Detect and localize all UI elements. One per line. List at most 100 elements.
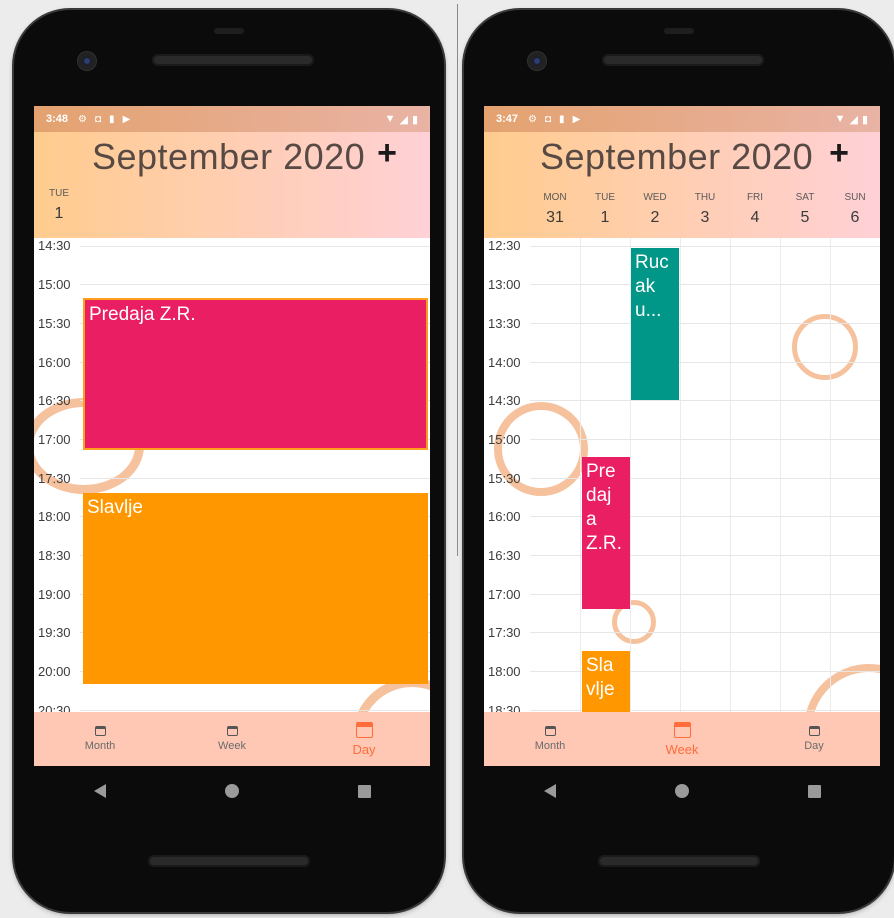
nav-month[interactable]: Month xyxy=(484,712,616,766)
time-label: 14:30 xyxy=(38,238,71,253)
day-header-wed[interactable]: WED 2 xyxy=(630,192,680,227)
event-rucak[interactable]: Ruc ak u... xyxy=(631,248,679,400)
nav-day[interactable]: Day xyxy=(298,712,430,766)
calendar-header: September 2020 + TUE 1 xyxy=(34,132,430,238)
time-label: 14:00 xyxy=(488,355,521,370)
day-number: 1 xyxy=(54,205,64,222)
nav-week-label: Week xyxy=(665,741,699,757)
day-number: 1 xyxy=(600,209,610,226)
day-header-fri[interactable]: FRI 4 xyxy=(730,192,780,227)
battery-icon: ▮ xyxy=(411,113,418,126)
nav-day[interactable]: Day xyxy=(748,712,880,766)
nav-month[interactable]: Month xyxy=(34,712,166,766)
bottom-speaker xyxy=(148,855,310,867)
time-label: 13:00 xyxy=(488,277,521,292)
add-event-button[interactable]: + xyxy=(372,134,402,173)
bottom-navigation: Month Week Day xyxy=(34,712,430,766)
wifi-icon: ▼ xyxy=(834,112,846,125)
event-predaja[interactable]: Pre daj a Z.R. xyxy=(582,457,630,609)
nav-week[interactable]: Week xyxy=(166,712,298,766)
screenshot-divider xyxy=(457,4,458,556)
time-label: 17:30 xyxy=(488,625,521,640)
home-icon[interactable] xyxy=(224,784,239,798)
time-label: 18:00 xyxy=(488,664,521,679)
notification-icon: ◘ xyxy=(545,113,552,125)
time-label: 17:00 xyxy=(38,432,71,447)
nav-day-label: Day xyxy=(352,741,376,757)
phone-top-slit xyxy=(214,28,244,34)
add-event-button[interactable]: + xyxy=(824,134,854,173)
time-label: 16:30 xyxy=(488,548,521,563)
home-icon[interactable] xyxy=(674,784,689,798)
signal-icon: ◢ xyxy=(399,113,408,126)
play-icon: ▶ xyxy=(122,113,131,125)
recent-apps-icon[interactable] xyxy=(807,784,821,798)
day-name: FRI xyxy=(746,192,764,203)
phone-top-slit xyxy=(664,28,694,34)
month-title: September 2020 xyxy=(540,136,814,177)
earpiece-speaker xyxy=(152,54,314,66)
day-name: SAT xyxy=(795,192,815,203)
day-number: 4 xyxy=(750,209,760,226)
screen: 3:48 ⚙ ◘ ▮ ▶ ▼ ◢ ▮ September 2020 + TUE … xyxy=(34,106,430,766)
day-number: 31 xyxy=(546,209,564,226)
day-header-sun[interactable]: SUN 6 xyxy=(830,192,880,227)
day-time-grid[interactable]: 14:30 15:00 15:30 16:00 16:30 17:00 17:3… xyxy=(34,238,430,712)
time-label: 17:30 xyxy=(38,471,71,486)
time-label: 17:00 xyxy=(488,587,521,602)
time-label: 18:30 xyxy=(488,703,521,712)
signal-icon: ◢ xyxy=(849,113,858,126)
calendar-header: September 2020 + MON 31 TUE 1 WED 2 THU … xyxy=(484,132,880,238)
back-icon[interactable] xyxy=(543,784,556,798)
day-name: TUE xyxy=(49,188,69,199)
calendar-icon xyxy=(544,726,556,736)
status-bar: 3:48 ⚙ ◘ ▮ ▶ ▼ ◢ ▮ xyxy=(34,106,430,132)
day-header-thu[interactable]: THU 3 xyxy=(680,192,730,227)
day-number: 3 xyxy=(700,209,710,226)
nav-day-label: Day xyxy=(804,740,824,752)
back-icon[interactable] xyxy=(93,784,106,798)
day-header-tue[interactable]: TUE 1 xyxy=(580,192,630,227)
play-icon: ▶ xyxy=(572,113,581,125)
time-label: 19:00 xyxy=(38,587,71,602)
day-header-mon[interactable]: MON 31 xyxy=(530,192,580,227)
event-slavlje[interactable]: Sla vlje xyxy=(582,651,630,712)
nav-week[interactable]: Week xyxy=(616,712,748,766)
calendar-icon xyxy=(94,726,106,736)
time-label: 12:30 xyxy=(488,238,521,253)
time-label: 16:30 xyxy=(38,393,71,408)
status-time: 3:47 xyxy=(496,113,519,125)
day-header-tue[interactable]: TUE 1 xyxy=(34,188,84,223)
day-header-sat[interactable]: SAT 5 xyxy=(780,192,830,227)
front-camera xyxy=(528,52,546,70)
time-label: 18:00 xyxy=(38,509,71,524)
event-slavlje[interactable]: Slavlje xyxy=(83,493,428,684)
phone-week-view: 3:47 ⚙ ◘ ▮ ▶ ▼ ◢ ▮ September 2020 + MON … xyxy=(464,10,894,912)
notification-icon: ◘ xyxy=(95,113,102,125)
status-bar: 3:47 ⚙ ◘ ▮ ▶ ▼ ◢ ▮ xyxy=(484,106,880,132)
time-label: 18:30 xyxy=(38,548,71,563)
bottom-navigation: Month Week Day xyxy=(484,712,880,766)
day-number: 2 xyxy=(650,209,660,226)
recent-apps-icon[interactable] xyxy=(357,784,371,798)
event-predaja[interactable]: Predaja Z.R. xyxy=(83,298,428,450)
week-time-grid[interactable]: 12:30 13:00 13:30 14:00 14:30 15:00 15:3… xyxy=(484,238,880,712)
day-name: MON xyxy=(543,192,567,203)
nav-week-label: Week xyxy=(218,740,246,752)
time-label: 15:00 xyxy=(38,277,71,292)
calendar-icon xyxy=(226,726,238,736)
settings-icon: ⚙ xyxy=(78,113,87,125)
time-label: 20:00 xyxy=(38,664,71,679)
time-label: 14:30 xyxy=(488,393,521,408)
bottom-speaker xyxy=(598,855,760,867)
status-time: 3:48 xyxy=(46,113,69,125)
time-label: 15:30 xyxy=(38,316,71,331)
wifi-icon: ▼ xyxy=(384,112,396,125)
phone-day-view: 3:48 ⚙ ◘ ▮ ▶ ▼ ◢ ▮ September 2020 + TUE … xyxy=(14,10,444,912)
time-label: 16:00 xyxy=(488,509,521,524)
front-camera xyxy=(78,52,96,70)
day-number: 5 xyxy=(800,209,810,226)
calendar-icon xyxy=(355,721,373,738)
time-label: 19:30 xyxy=(38,625,71,640)
month-title: September 2020 xyxy=(92,136,366,177)
